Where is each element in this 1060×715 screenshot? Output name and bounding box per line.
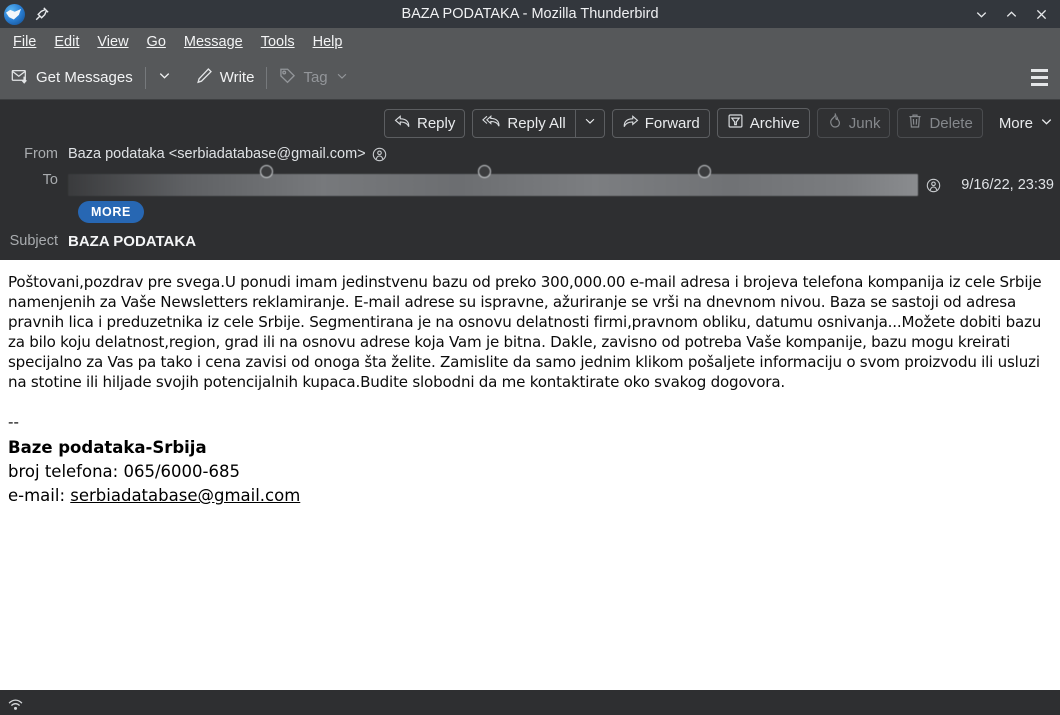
wifi-broadcast-icon	[6, 698, 25, 714]
recipient-contact-icon	[698, 165, 711, 178]
signature-email-row: e-mail: serbiadatabase@gmail.com	[8, 484, 1052, 508]
tag-icon	[279, 67, 296, 88]
menu-go-label: Go	[146, 34, 166, 50]
chevron-down-icon	[583, 114, 597, 133]
trash-icon	[907, 113, 923, 133]
from-label: From	[24, 146, 58, 162]
delete-label: Delete	[929, 114, 973, 132]
menu-file-label: File	[13, 34, 37, 50]
message-body-paragraph: Poštovani,pozdrav pre svega.U ponudi ima…	[8, 273, 1042, 391]
menu-file[interactable]: File	[5, 31, 44, 53]
junk-label: Junk	[848, 114, 881, 132]
toolbar-separator-3	[266, 66, 268, 89]
status-bar	[0, 690, 1060, 715]
signature-email-link[interactable]: serbiadatabase@gmail.com	[70, 486, 300, 505]
main-toolbar: Get Messages Write Tag	[0, 56, 1060, 100]
pencil-icon	[196, 67, 213, 88]
header-row-subject: Subject BAZA PODATAKA	[0, 225, 1060, 252]
thunderbird-logo-icon	[4, 3, 25, 25]
tag-label: Tag	[303, 69, 328, 86]
get-messages-icon	[11, 67, 29, 89]
flame-icon	[827, 112, 843, 133]
reply-all-arrow-icon	[482, 114, 501, 133]
chevron-down-icon	[335, 69, 349, 87]
from-value-wrap: Baza podataka <serbiadatabase@gmail.com>	[68, 144, 1054, 162]
to-redacted-recipients[interactable]	[68, 165, 919, 196]
reply-arrow-icon	[394, 114, 411, 133]
reply-all-label: Reply All	[507, 114, 566, 132]
signature-name: Baze podataka-Srbija	[8, 438, 207, 457]
signature-separator: --	[8, 413, 19, 431]
menu-help[interactable]: Help	[305, 31, 351, 53]
subject-value: BAZA PODATAKA	[68, 233, 197, 250]
junk-button[interactable]: Junk	[816, 108, 891, 138]
forward-button[interactable]: Forward	[611, 108, 710, 138]
message-action-toolbar: Reply Reply All Forward Archive Junk Del…	[0, 100, 1060, 142]
menu-message[interactable]: Message	[176, 31, 251, 53]
menu-message-label: Message	[183, 34, 243, 50]
archive-box-icon	[727, 113, 744, 133]
reply-button[interactable]: Reply	[384, 108, 466, 138]
reply-all-split-button: Reply All	[472, 108, 605, 138]
menubar: File Edit View Go Message Tools Help	[0, 28, 1060, 56]
menu-view[interactable]: View	[89, 31, 136, 53]
add-contact-icon[interactable]	[926, 178, 941, 193]
forward-arrow-icon	[622, 114, 639, 133]
pin-icon[interactable]	[34, 6, 50, 22]
delete-button[interactable]: Delete	[897, 108, 983, 138]
menu-view-label: View	[97, 34, 129, 50]
header-row-from: From Baza podataka <serbiadatabase@gmail…	[0, 142, 1060, 168]
toolbar-separator-2	[183, 67, 184, 89]
reply-all-dropdown-button[interactable]	[574, 109, 604, 137]
toolbar-separator-1	[144, 66, 146, 89]
menu-edit[interactable]: Edit	[46, 31, 87, 53]
get-messages-label: Get Messages	[36, 69, 133, 86]
recipient-contact-icon	[478, 165, 491, 178]
header-row-to: To 9/16/22, 23:39	[0, 165, 1060, 198]
forward-label: Forward	[644, 114, 700, 132]
menu-edit-label: Edit	[54, 34, 80, 50]
reply-all-button[interactable]: Reply All	[473, 110, 574, 137]
more-recipients-button[interactable]: MORE	[78, 201, 144, 223]
chevron-down-icon	[157, 68, 172, 88]
get-messages-button[interactable]: Get Messages	[4, 62, 140, 94]
menu-go[interactable]: Go	[139, 31, 174, 53]
titlebar-left-icons	[0, 3, 50, 25]
message-date: 9/16/22, 23:39	[961, 177, 1054, 193]
from-value[interactable]: Baza podataka <serbiadatabase@gmail.com>	[68, 146, 366, 162]
to-label: To	[42, 172, 58, 188]
window-titlebar: BAZA PODATAKA - Mozilla Thunderbird	[0, 0, 1060, 28]
to-value-wrap: 9/16/22, 23:39	[68, 165, 1054, 196]
message-header-pane: Reply Reply All Forward Archive Junk Del…	[0, 100, 1060, 260]
maximize-button[interactable]	[996, 1, 1026, 27]
more-label: More	[998, 114, 1033, 132]
more-recipients-row: MORE	[0, 198, 1060, 225]
archive-label: Archive	[749, 114, 800, 132]
signature-phone: broj telefona: 065/6000-685	[8, 462, 240, 481]
reply-label: Reply	[417, 114, 456, 132]
write-label: Write	[219, 69, 255, 86]
recipient-contact-icon	[260, 165, 273, 178]
window-title: BAZA PODATAKA - Mozilla Thunderbird	[401, 6, 659, 22]
hamburger-menu-icon[interactable]	[1024, 64, 1054, 92]
tag-button[interactable]: Tag	[272, 62, 355, 93]
add-contact-icon[interactable]	[372, 147, 387, 162]
chevron-down-icon	[1039, 114, 1054, 133]
more-button[interactable]: More	[990, 110, 1056, 137]
menu-help-label: Help	[312, 34, 343, 50]
minimize-button[interactable]	[966, 1, 996, 27]
get-messages-dropdown-button[interactable]	[151, 63, 178, 93]
signature-email-label: e-mail:	[8, 486, 71, 505]
subject-label: Subject	[9, 233, 58, 249]
archive-button[interactable]: Archive	[716, 108, 810, 138]
message-body-pane: Poštovani,pozdrav pre svega.U ponudi ima…	[0, 260, 1060, 690]
write-button[interactable]: Write	[189, 62, 262, 93]
menu-tools-label: Tools	[260, 34, 295, 50]
close-button[interactable]	[1026, 1, 1056, 27]
window-controls	[966, 1, 1060, 27]
menu-tools[interactable]: Tools	[253, 31, 303, 53]
signature-block: Baze podataka-Srbija broj telefona: 065/…	[8, 436, 1052, 508]
